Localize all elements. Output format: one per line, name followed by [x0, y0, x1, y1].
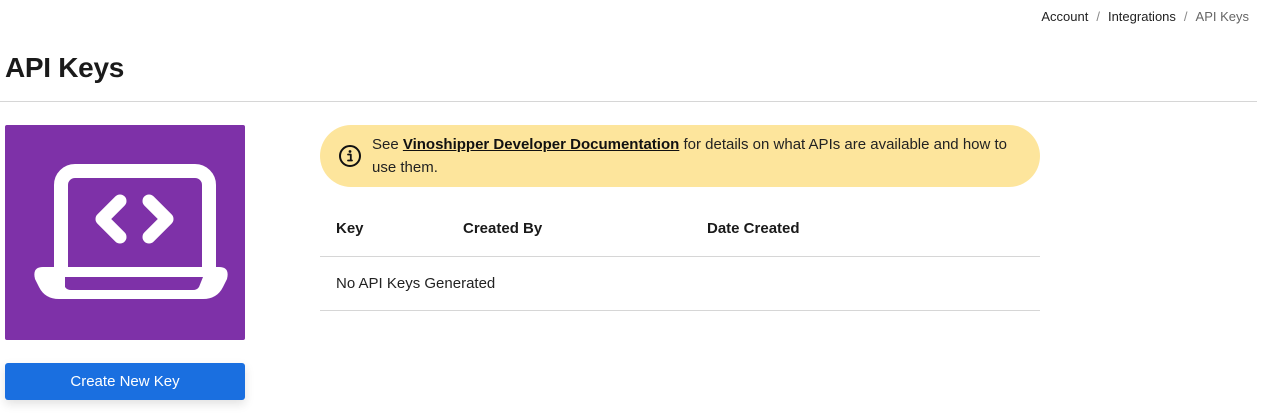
notice-text: See Vinoshipper Developer Documentation …: [372, 133, 1026, 179]
api-keys-table: Key Created By Date Created No API Keys …: [320, 205, 1040, 311]
empty-state-message: No API Keys Generated: [336, 275, 496, 292]
breadcrumb-separator: /: [1096, 9, 1100, 24]
breadcrumb-current: API Keys: [1195, 9, 1249, 24]
api-hero-image: [5, 125, 245, 340]
column-header-key[interactable]: Key: [336, 220, 364, 237]
info-circle-icon: [339, 145, 361, 167]
table-empty-row: No API Keys Generated: [320, 257, 1040, 311]
documentation-notice: See Vinoshipper Developer Documentation …: [320, 125, 1040, 187]
breadcrumb-separator: /: [1183, 9, 1188, 24]
column-header-created-by[interactable]: Created By: [463, 220, 542, 237]
header-divider: [0, 101, 1257, 102]
table-header-row: Key Created By Date Created: [320, 205, 1040, 257]
developer-documentation-link[interactable]: Vinoshipper Developer Documentation: [403, 136, 679, 153]
notice-prefix: See: [372, 136, 403, 153]
laptop-code-icon: [34, 164, 228, 299]
breadcrumb-account-link[interactable]: Account: [1041, 9, 1088, 24]
create-new-key-button[interactable]: Create New Key: [5, 363, 245, 400]
page-title: API Keys: [5, 52, 124, 83]
column-header-date-created[interactable]: Date Created: [707, 220, 800, 237]
breadcrumb: Account / Integrations / API Keys: [1041, 9, 1249, 24]
breadcrumb-integrations-link[interactable]: Integrations: [1108, 9, 1176, 24]
